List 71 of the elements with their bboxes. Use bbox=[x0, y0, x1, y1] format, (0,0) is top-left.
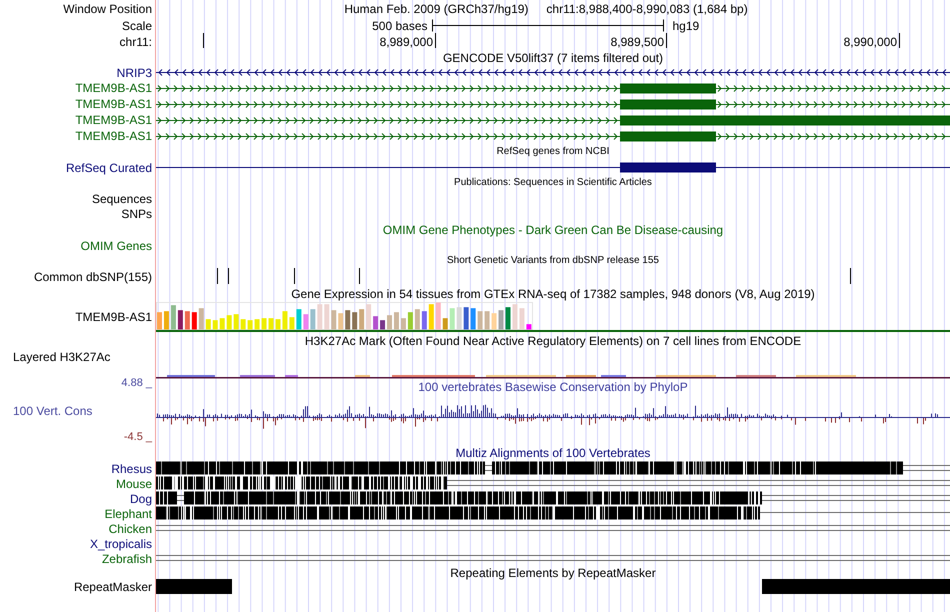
expression-bar[interactable] bbox=[345, 310, 350, 330]
track-label[interactable]: 100 Vert. Cons bbox=[13, 404, 92, 418]
assembly-text: hg19 bbox=[672, 18, 700, 32]
expression-bar[interactable] bbox=[373, 316, 378, 330]
scale-length-text: 500 bases bbox=[372, 18, 428, 32]
repeat-block[interactable] bbox=[156, 579, 232, 594]
alignment-block[interactable] bbox=[156, 476, 447, 490]
gap-line bbox=[902, 465, 950, 471]
gap-line bbox=[484, 465, 492, 471]
variant-mark[interactable] bbox=[217, 268, 218, 284]
track-label[interactable]: SNPs bbox=[121, 207, 152, 221]
row-label[interactable]: Scale bbox=[122, 18, 152, 32]
alignment-block[interactable] bbox=[492, 461, 903, 475]
coordinate-label: 8,989,000 bbox=[380, 35, 433, 49]
axis-min-label: -4.5 _ bbox=[124, 431, 152, 443]
row-label[interactable]: Window Position bbox=[63, 2, 152, 16]
species-label[interactable]: Mouse bbox=[116, 476, 152, 490]
track-label[interactable]: OMIM Genes bbox=[80, 238, 152, 252]
gene-label[interactable]: TMEM9B-AS1 bbox=[75, 129, 152, 143]
expression-bar[interactable] bbox=[422, 311, 427, 330]
species-label[interactable]: Elephant bbox=[104, 506, 152, 520]
gene-label[interactable]: TMEM9B-AS1 bbox=[75, 81, 152, 95]
assembly-title: Human Feb. 2009 (GRCh37/hg19) bbox=[344, 2, 528, 16]
alignment-block[interactable] bbox=[156, 491, 177, 505]
track-label[interactable]: RefSeq Curated bbox=[66, 160, 152, 174]
ruler-tick bbox=[435, 33, 436, 48]
expression-bar[interactable] bbox=[380, 320, 386, 330]
ruler-tick bbox=[666, 33, 667, 48]
gene-model[interactable] bbox=[156, 160, 950, 175]
expression-bar[interactable] bbox=[352, 312, 358, 330]
gene-label[interactable]: TMEM9B-AS1 bbox=[75, 113, 152, 127]
track-title: Repeating Elements by RepeatMasker bbox=[450, 566, 656, 580]
species-label[interactable]: X_tropicalis bbox=[90, 536, 152, 550]
track-label[interactable]: Layered H3K27Ac bbox=[13, 350, 110, 364]
track-title: Multiz Alignments of 100 Vertebrates bbox=[456, 446, 650, 460]
track-title: GENCODE V50lift37 (7 items filtered out) bbox=[442, 50, 664, 64]
track-title: Gene Expression in 54 tissues from GTEx RNA-seq of 17382 samples, 948 donors (V8, Aug 2019) bbox=[291, 286, 815, 300]
ruler-tick bbox=[203, 33, 204, 48]
track-title: OMIM Gene Phenotypes - Dark Green Can Be Disease-causing bbox=[382, 223, 724, 237]
track-label[interactable]: Common dbSNP(155) bbox=[34, 270, 152, 284]
track-title: Short Genetic Variants from dbSNP release 155 bbox=[447, 254, 659, 266]
axis-max-label: 4.88 _ bbox=[121, 377, 152, 389]
track-label[interactable]: RepeatMasker bbox=[74, 580, 152, 594]
track-label[interactable]: Sequences bbox=[92, 192, 152, 206]
track-title: 100 vertebrates Basewise Conservation by PhyloP bbox=[418, 380, 688, 394]
expression-bar[interactable] bbox=[464, 307, 469, 330]
variant-mark[interactable] bbox=[850, 268, 851, 284]
track-title: RefSeq genes from NCBI bbox=[496, 146, 610, 158]
track-title: Publications: Sequences in Scientific Articles bbox=[454, 177, 652, 189]
alignment-block[interactable] bbox=[184, 491, 762, 505]
position-text: chr11:8,988,400-8,990,083 (1,684 bp) bbox=[546, 2, 748, 16]
variant-mark[interactable] bbox=[294, 268, 295, 284]
species-label[interactable]: Zebrafish bbox=[102, 552, 152, 566]
gene-label[interactable]: TMEM9B-AS1 bbox=[75, 97, 152, 111]
species-label[interactable]: Rhesus bbox=[111, 462, 152, 476]
track-label[interactable]: TMEM9B-AS1 bbox=[75, 310, 152, 324]
coordinate-label: 8,990,000 bbox=[844, 35, 897, 49]
variant-mark[interactable] bbox=[228, 268, 229, 284]
chromosome-label[interactable]: chr11: bbox=[120, 34, 152, 48]
gene-label[interactable]: NRIP3 bbox=[116, 66, 152, 80]
track-title: H3K27Ac Mark (Often Found Near Active Regulatory Elements) on 7 cell lines from ENCODE bbox=[304, 334, 802, 348]
gap-line bbox=[176, 495, 184, 501]
expression-bar[interactable] bbox=[178, 310, 183, 330]
repeat-block[interactable] bbox=[762, 579, 950, 594]
coordinate-label: 8,989,500 bbox=[610, 35, 664, 49]
species-label[interactable]: Chicken bbox=[108, 522, 152, 536]
ruler-tick bbox=[899, 33, 900, 48]
alignment-block[interactable] bbox=[156, 461, 485, 475]
species-label[interactable]: Dog bbox=[130, 492, 152, 506]
alignment-block[interactable] bbox=[156, 506, 760, 520]
variant-mark[interactable] bbox=[359, 268, 360, 284]
